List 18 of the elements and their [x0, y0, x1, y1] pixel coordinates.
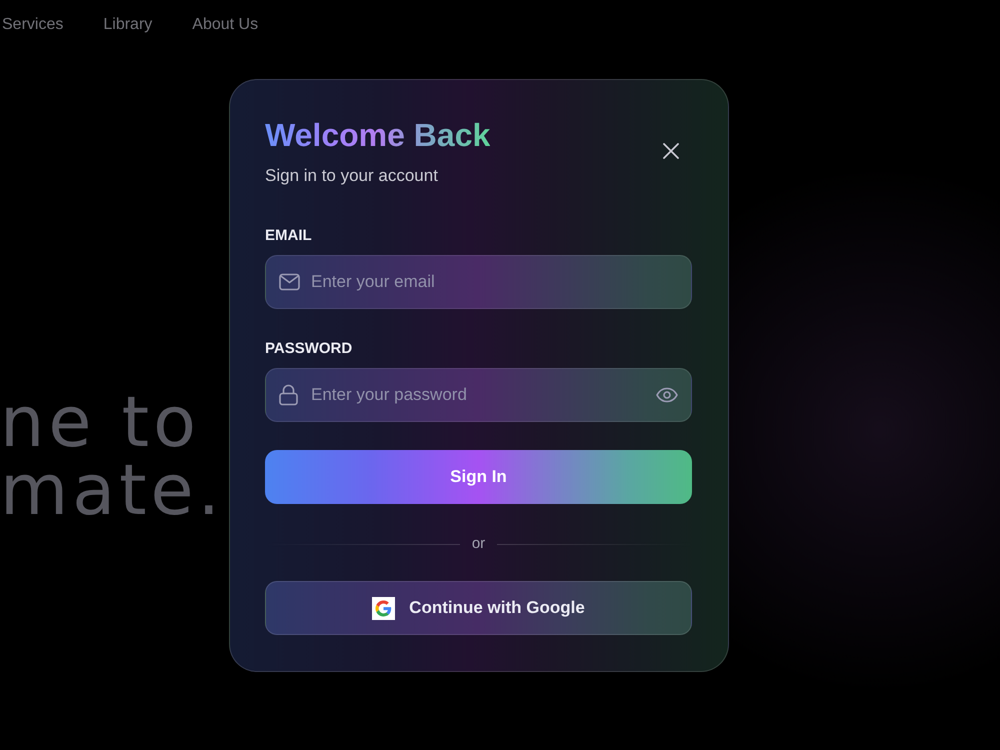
dialog-subtitle: Sign in to your account: [265, 166, 439, 186]
email-field[interactable]: Enter your email: [265, 255, 692, 309]
sign-in-button[interactable]: Sign In: [265, 450, 692, 504]
lock-icon: [279, 384, 298, 406]
eye-icon[interactable]: [656, 388, 678, 402]
close-icon: [663, 143, 679, 159]
field-label: EMAIL: [265, 227, 312, 245]
hero-heading-text: mate.: [0, 456, 224, 524]
nav-link[interactable]: Library: [103, 15, 152, 34]
envelope-icon: [279, 274, 300, 290]
divider-text: or: [472, 535, 486, 553]
hero-heading-text: ne to: [0, 388, 200, 456]
nav-link[interactable]: Services: [2, 15, 64, 34]
field-label: PASSWORD: [265, 340, 352, 358]
g-logo-icon: [372, 596, 396, 620]
nav-link[interactable]: About Us: [192, 15, 258, 34]
password-field[interactable]: Enter your password: [265, 368, 692, 422]
google-sign-in-button[interactable]: Continue with Google: [265, 581, 692, 635]
